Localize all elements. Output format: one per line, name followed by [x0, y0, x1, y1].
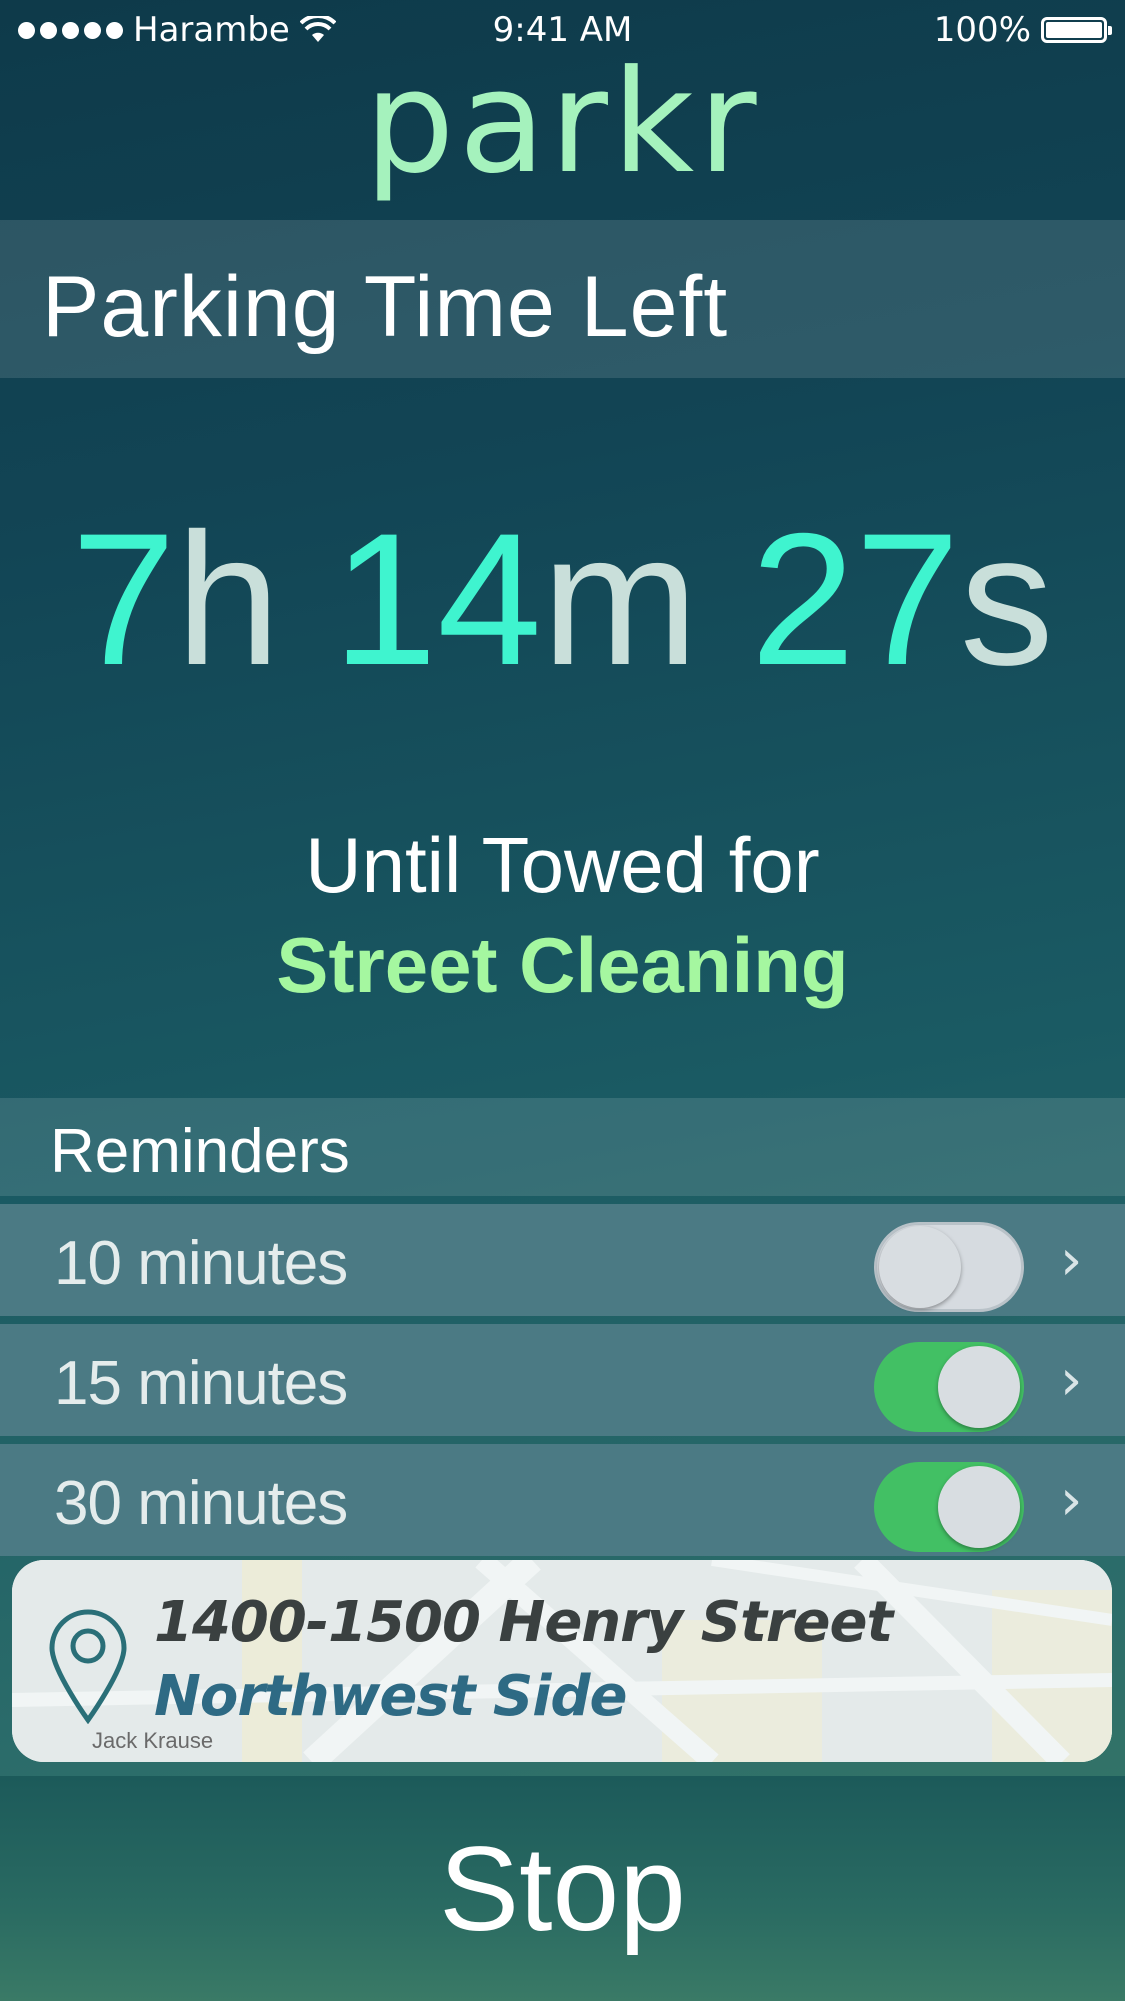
reminder-row-15-minutes[interactable]: 15 minutes ›	[0, 1324, 1125, 1436]
chevron-right-icon[interactable]: ›	[1060, 1348, 1082, 1413]
reminder-label: 15 minutes	[54, 1349, 348, 1418]
stop-button[interactable]: Stop	[0, 1776, 1125, 2001]
location-pin-icon	[49, 1609, 127, 1724]
chevron-right-icon[interactable]: ›	[1060, 1228, 1082, 1293]
battery-icon	[1041, 17, 1112, 43]
chevron-right-icon[interactable]: ›	[1060, 1468, 1082, 1533]
countdown-seconds-unit: s	[959, 494, 1054, 704]
page-title: Parking Time Left	[42, 259, 729, 355]
header-band: Parking Time Left	[0, 220, 1125, 378]
countdown-minutes-unit: m	[541, 494, 699, 704]
app-logo: parkr	[364, 40, 761, 205]
battery-percent: 100%	[933, 10, 1031, 50]
location-area: Northwest Side	[154, 1664, 627, 1729]
reminder-label: 10 minutes	[54, 1229, 348, 1298]
location-card[interactable]: 1400-1500 Henry Street Northwest Side Ja…	[12, 1560, 1112, 1762]
reminders-header: Reminders	[0, 1098, 1125, 1196]
countdown-hours: 7	[71, 494, 176, 704]
countdown-minutes: 14	[332, 494, 542, 704]
reminder-toggle[interactable]	[874, 1222, 1024, 1312]
until-towed-label: Until Towed for	[305, 821, 820, 909]
reminder-label: 30 minutes	[54, 1469, 348, 1538]
location-address: 1400-1500 Henry Street	[154, 1590, 893, 1655]
countdown-seconds: 27	[750, 494, 960, 704]
reminder-row-10-minutes[interactable]: 10 minutes ›	[0, 1204, 1125, 1316]
reminder-toggle[interactable]	[874, 1342, 1024, 1432]
map-poi-label: Jack Krause	[92, 1728, 214, 1753]
countdown-hours-unit: h	[175, 494, 281, 704]
reminders-title: Reminders	[50, 1117, 350, 1186]
reminder-row-30-minutes[interactable]: 30 minutes ›	[0, 1444, 1125, 1556]
stop-button-label: Stop	[439, 1821, 686, 1956]
status-right: 100%	[933, 10, 1112, 50]
countdown-timer: 7h 14m 27s	[0, 505, 1125, 693]
tow-reason: Street Cleaning	[276, 921, 849, 1009]
reminder-toggle[interactable]	[874, 1462, 1024, 1552]
